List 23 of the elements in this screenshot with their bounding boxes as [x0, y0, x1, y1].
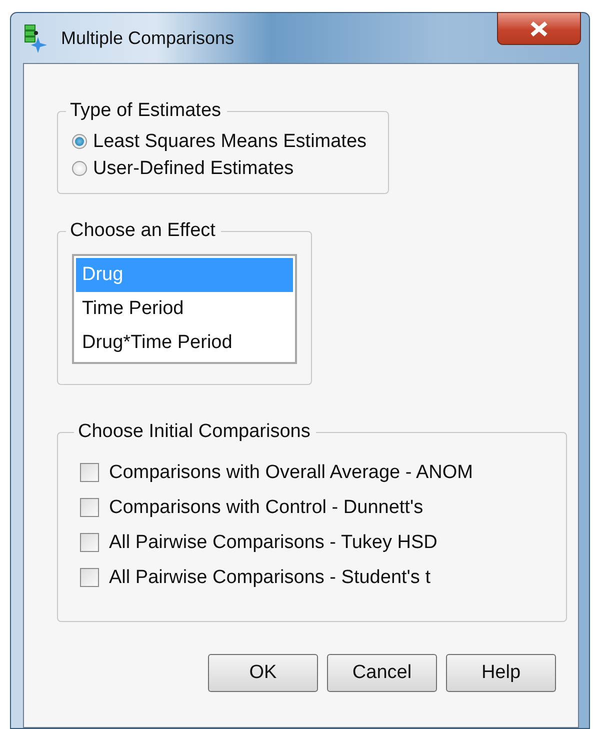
radio-button[interactable] [72, 161, 87, 176]
checkbox-label: Comparisons with Overall Average - ANOM [109, 461, 473, 485]
checkbox-label: All Pairwise Comparisons - Student's t [109, 566, 430, 590]
radio-button[interactable] [72, 134, 87, 149]
checkbox-label: Comparisons with Control - Dunnett's [109, 496, 424, 520]
checkbox[interactable] [80, 498, 99, 517]
radio-label: Least Squares Means Estimates [93, 130, 367, 154]
close-icon [529, 20, 549, 36]
group-label: Type of Estimates [69, 100, 222, 122]
list-item[interactable]: Time Period [76, 292, 293, 326]
checkbox[interactable] [80, 533, 99, 552]
dialog-button[interactable]: Help [446, 654, 556, 692]
checkbox-label: All Pairwise Comparisons - Tukey HSD [109, 531, 438, 555]
radio-label: User-Defined Estimates [93, 157, 294, 181]
close-button[interactable] [497, 12, 581, 45]
checkbox[interactable] [80, 463, 99, 482]
checkbox[interactable] [80, 568, 99, 587]
group-label: Choose Initial Comparisons [77, 421, 312, 443]
group-label: Choose an Effect [69, 220, 216, 242]
list-item[interactable]: Drug*Time Period [76, 326, 293, 360]
window-title: Multiple Comparisons [61, 28, 234, 48]
dialog-button[interactable]: Cancel [327, 654, 437, 692]
dialog-button[interactable]: OK [208, 654, 318, 692]
